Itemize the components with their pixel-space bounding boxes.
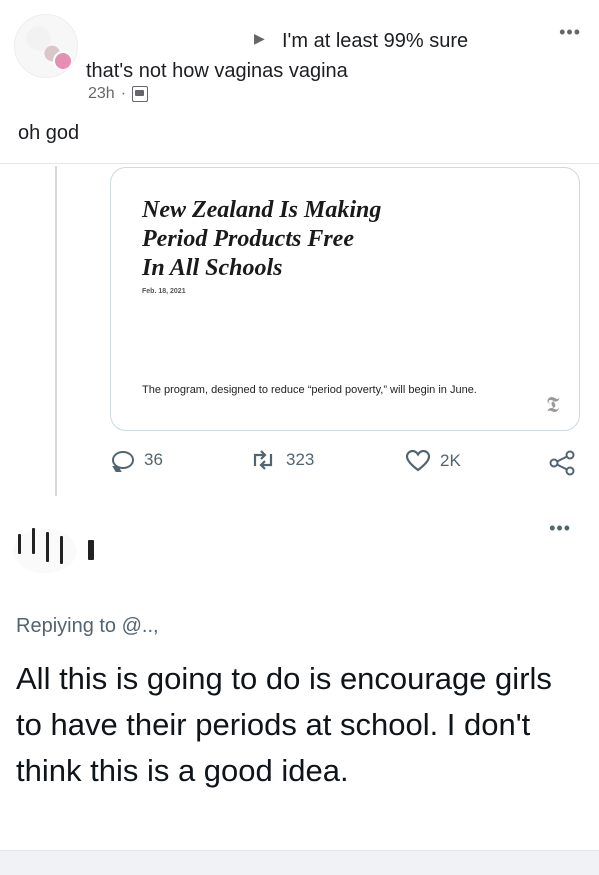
replying-to[interactable]: Repiying to @.., <box>16 615 159 638</box>
post-more-button[interactable]: ••• <box>559 22 581 43</box>
post-comment: oh god <box>18 122 80 144</box>
reply-author-name[interactable] <box>112 520 472 544</box>
share-icon <box>549 450 575 476</box>
retweet-action[interactable]: 323 <box>250 450 314 470</box>
article-title-line-1: New Zealand Is Making <box>142 197 382 223</box>
avatar-mark <box>32 528 35 554</box>
bottom-bar <box>0 850 599 875</box>
reply-text: All this is going to do is encourage gir… <box>16 661 552 788</box>
avatar-mark <box>46 532 49 562</box>
article-title[interactable]: New Zealand Is Making Period Products Fr… <box>142 196 462 283</box>
reply-bubble-icon <box>112 451 134 469</box>
share-action[interactable] <box>548 450 576 476</box>
meta-separator: · <box>120 85 127 102</box>
thread-line <box>55 166 57 496</box>
reply-author-avatar[interactable] <box>8 512 100 590</box>
avatar-mark <box>88 540 94 560</box>
post-time[interactable]: 23h <box>88 85 115 103</box>
post-headline: I'm at least 99% sure that's not how vag… <box>86 26 546 86</box>
like-count: 2K <box>440 451 461 470</box>
retweet-icon <box>253 450 273 470</box>
poster-avatar[interactable] <box>14 14 78 78</box>
reply-action[interactable]: 36 <box>112 450 163 470</box>
avatar-mark <box>60 536 63 564</box>
divider <box>0 163 599 164</box>
avatar-badge-icon <box>53 51 73 71</box>
heart-icon <box>406 450 430 472</box>
friends-icon[interactable] <box>132 86 149 102</box>
article-title-line-3: In All Schools <box>142 255 283 281</box>
like-action[interactable]: 2K <box>406 450 461 472</box>
post-meta: 23h · <box>88 85 149 103</box>
retweet-count: 323 <box>286 450 315 469</box>
headline-line-2: that's not how vaginas vagina <box>86 60 348 82</box>
reply-more-button[interactable]: ••• <box>549 518 571 539</box>
avatar-mark <box>18 534 21 554</box>
article-description: The program, designed to reduce “period … <box>142 384 477 396</box>
article-title-line-2: Period Products Free <box>142 226 354 252</box>
publisher-logo-icon: 𝕿 <box>546 392 560 417</box>
reply-count: 36 <box>144 450 163 469</box>
headline-line-1: I'm at least 99% sure <box>282 30 469 52</box>
article-date: Feb. 18, 2021 <box>142 288 186 295</box>
